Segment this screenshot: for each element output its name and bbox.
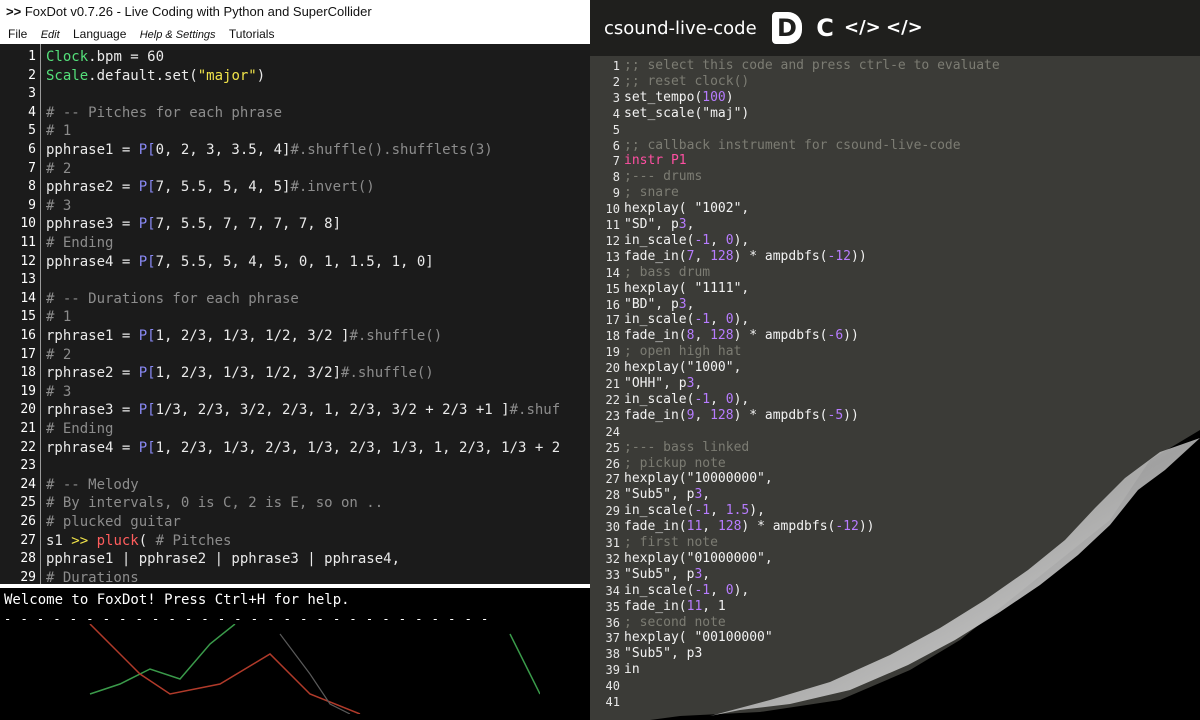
foxdot-title: FoxDot v0.7.26 - Live Coding with Python…: [24, 4, 372, 19]
line-number: 13: [20, 272, 36, 288]
line-number: 19: [20, 383, 36, 399]
console-welcome-text: Welcome to FoxDot! Press Ctrl+H for help…: [4, 592, 350, 608]
menu-file[interactable]: File: [8, 24, 27, 44]
line-number: 1: [28, 49, 36, 64]
line-number: 12: [20, 253, 36, 269]
menu-language[interactable]: Language: [73, 24, 126, 44]
code-text: rphrase3 = P[1/3, 2/3, 3/2, 2/3, 1, 2/3,…: [46, 402, 561, 419]
code-text: # plucked guitar: [46, 514, 181, 530]
foxdot-code-editor[interactable]: 1 Clock.bpm = 60 2 Scale.default.set("major…: [0, 44, 600, 586]
line-number: 14: [20, 290, 36, 306]
line-number: 5: [28, 123, 36, 139]
line-number: 6: [28, 142, 36, 157]
foxdot-menu-bar: File Edit Language Help & Settings Tutor…: [0, 24, 600, 44]
code-text: # -- Durations for each phrase: [46, 290, 299, 307]
line-number: 18: [20, 365, 36, 381]
code-text: # 3: [46, 197, 72, 214]
code-text: # By intervals, 0 is C, 2 is E, so on ..: [46, 495, 384, 512]
line-number: 8: [28, 179, 36, 195]
line-number: 26: [20, 514, 36, 529]
code-text: pphrase3 = P[7, 5.5, 7, 7, 7, 7, 8]: [46, 216, 342, 233]
code-text: # -- Pitches for each phrase: [46, 104, 283, 121]
cpu-graph: [89, 624, 540, 714]
code-text: pphrase2 = P[7, 5.5, 5, 4, 5]#.invert(): [46, 179, 375, 196]
csound-window: csound-live-code D C </> </> 1;; select …: [590, 0, 1200, 720]
code-text: # 2: [46, 160, 72, 177]
code-text: # 3: [46, 383, 72, 400]
line-number: 28: [20, 551, 36, 567]
graph-line-red: [89, 624, 361, 714]
line-number: 25: [20, 495, 36, 511]
torn-dark-area: [650, 430, 1200, 720]
graph-line-green: [89, 624, 236, 695]
line-number: 24: [20, 476, 36, 492]
menu-help-settings[interactable]: Help & Settings: [140, 25, 216, 45]
line-number: 10: [20, 216, 36, 232]
line-number: 16: [20, 328, 36, 343]
foxdot-window: >> FoxDot v0.7.26 - Live Coding with Pyt…: [0, 0, 600, 720]
line-number: 22: [20, 439, 36, 455]
code-text: # Ending: [46, 421, 114, 437]
line-number: 21: [20, 421, 36, 436]
code-text: # 1: [46, 309, 72, 326]
code-text: # -- Melody: [46, 476, 139, 493]
torn-paper-effect: [650, 430, 1200, 720]
code-text: Clock.bpm = 60: [46, 49, 165, 65]
code-text: pphrase1 | pphrase2 | pphrase3 | pphrase…: [46, 551, 401, 568]
foxdot-logo-icon: >>: [6, 4, 22, 19]
code-text: rphrase2 = P[1, 2/3, 1/3, 1/2, 3/2]#.shu…: [46, 365, 434, 382]
line-number: 4: [28, 104, 36, 120]
menu-tutorials[interactable]: Tutorials: [229, 24, 275, 44]
line-number: 7: [28, 160, 36, 176]
line-number: 17: [20, 346, 36, 362]
menu-edit[interactable]: Edit: [41, 25, 60, 45]
line-number: 20: [20, 402, 36, 418]
foxdot-title-bar: >> FoxDot v0.7.26 - Live Coding with Pyt…: [0, 0, 600, 24]
console-divider[interactable]: [0, 584, 600, 588]
line-number: 27: [20, 532, 36, 548]
code-text: Scale.default.set("major"): [46, 67, 266, 84]
graph-line-green-2: [509, 633, 540, 695]
code-text: pphrase4 = P[7, 5.5, 5, 4, 5, 0, 1, 1.5,…: [46, 253, 434, 270]
line-number: 23: [20, 458, 36, 474]
code-text: s1 >> pluck( # Pitches: [46, 532, 232, 549]
code-text: rphrase4 = P[1, 2/3, 1/3, 2/3, 1/3, 2/3,…: [46, 439, 561, 456]
code-text: # 1: [46, 123, 72, 140]
code-text: rphrase1 = P[1, 2/3, 1/3, 1/2, 3/2 ]#.sh…: [46, 328, 443, 344]
code-text: # 2: [46, 346, 72, 363]
line-number: 15: [20, 309, 36, 325]
code-text: pphrase1 = P[0, 2, 3, 3.5, 4]#.shuffle()…: [46, 142, 493, 158]
foxdot-console: Welcome to FoxDot! Press Ctrl+H for help…: [0, 584, 600, 720]
code-text: # Ending: [46, 235, 114, 251]
line-number: 3: [28, 86, 36, 102]
line-number: 2: [28, 67, 36, 83]
line-number: 11: [20, 235, 36, 250]
line-number: 9: [28, 197, 36, 213]
